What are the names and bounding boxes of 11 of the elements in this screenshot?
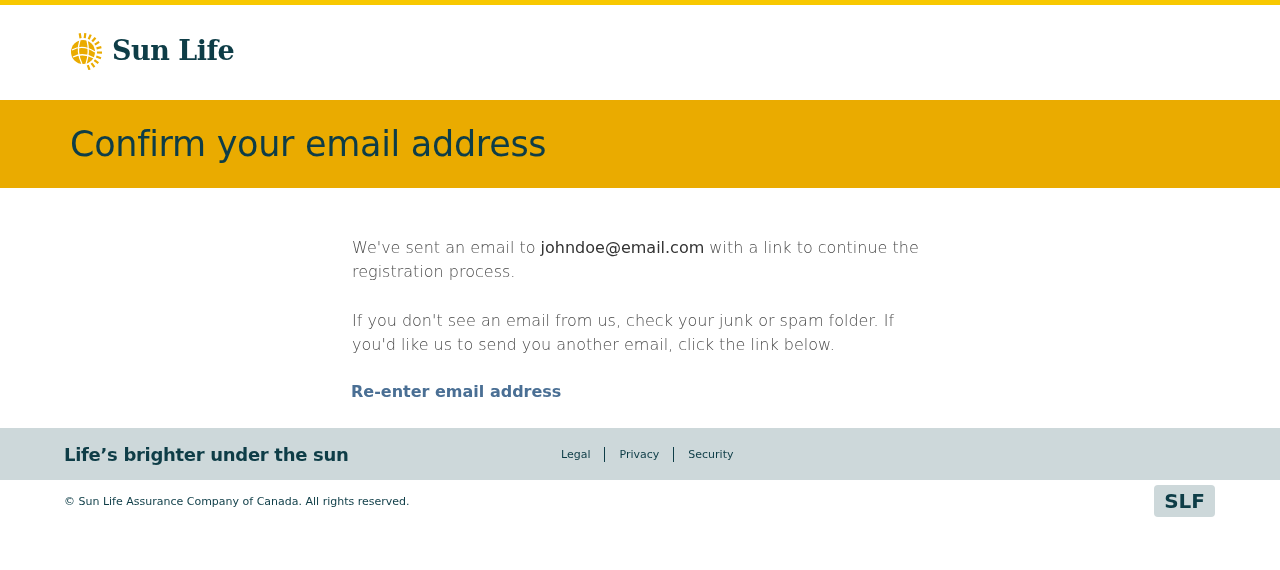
sun-life-logo[interactable]: Sun Life [68,30,235,70]
copyright-text: © Sun Life Assurance Company of Canada. All rights reserved. [64,494,410,508]
slf-logo: SLF [1154,485,1215,517]
message-paragraph: If you don't see an email from us, check your junk or spam folder. If you'd like us to send you another email, click the link below. [352,310,896,356]
message-paragraph: We've sent an email to johndoe@email.com with a link to continue the registration process. [352,237,920,283]
footer-link[interactable]: Security [688,447,734,461]
tagline: Life’s brighter under the sun [64,443,350,465]
footer-link[interactable]: Privacy [619,447,660,461]
footer-link[interactable]: Legal [561,447,591,461]
page-title: Confirm your email address [70,124,547,164]
re-enter-email-link[interactable]: Re-enter email address [351,382,562,401]
